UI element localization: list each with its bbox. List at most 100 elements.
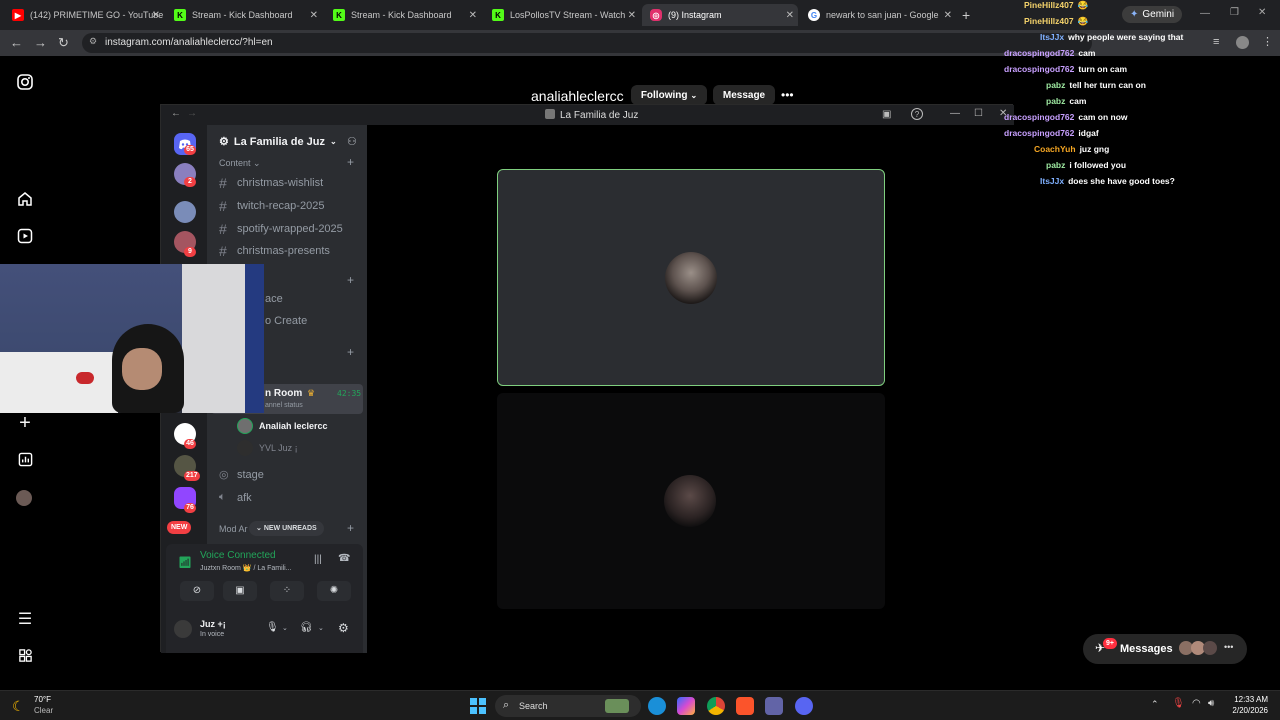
chat-username[interactable]: CoachYuh xyxy=(1034,144,1076,154)
add-channel-icon[interactable]: + xyxy=(347,345,354,359)
brave-icon[interactable] xyxy=(736,697,754,715)
more-menu-icon[interactable]: ☰ xyxy=(16,611,34,629)
minimize-icon[interactable]: — xyxy=(950,108,960,119)
tab-kick-dashboard-1[interactable]: K Stream - Kick Dashboard ✕ xyxy=(166,4,322,26)
new-tab-button[interactable]: + xyxy=(962,7,970,23)
chevron-up-icon[interactable]: ⌃ xyxy=(1151,699,1159,710)
voice-room-path[interactable]: Juztxn Room 👑 / La Famili... xyxy=(200,564,292,572)
weather-temp[interactable]: 70°F xyxy=(34,695,51,704)
disconnect-icon[interactable]: ☎ xyxy=(338,553,350,564)
create-plus-icon[interactable]: + xyxy=(16,413,34,433)
chrome-icon[interactable] xyxy=(707,697,725,715)
participant-tile[interactable] xyxy=(497,393,885,609)
close-icon[interactable]: ✕ xyxy=(944,10,952,21)
voice-member-juz[interactable]: YVL Juz ¡ xyxy=(237,440,298,456)
reload-icon[interactable]: ↻ xyxy=(58,35,69,51)
edge-icon[interactable] xyxy=(648,697,666,715)
tab-kick-dashboard-2[interactable]: K Stream - Kick Dashboard ✕ xyxy=(325,4,481,26)
add-member-icon[interactable]: ⚇ xyxy=(347,135,357,148)
taskbar-search[interactable]: ⌕ Search xyxy=(495,695,641,717)
channel-partial[interactable]: ace xyxy=(265,293,283,305)
channel-christmas-wishlist[interactable]: # christmas-wishlist xyxy=(219,175,323,191)
screen-share-button[interactable]: ▣ xyxy=(223,581,257,601)
clock-time[interactable]: 12:33 AM xyxy=(1234,695,1268,704)
weather-moon-icon[interactable]: ☾ xyxy=(12,698,25,715)
chat-username[interactable]: ItsJJx xyxy=(1040,176,1064,186)
tab-lospollos[interactable]: K LosPollosTV Stream - Watch Li ✕ xyxy=(484,4,640,26)
close-icon[interactable]: ✕ xyxy=(152,10,160,21)
close-icon[interactable]: ✕ xyxy=(628,10,636,21)
avatar[interactable] xyxy=(174,620,192,638)
microphone-icon[interactable]: 🎙︎ xyxy=(1172,698,1185,709)
microphone-icon[interactable]: 🎙︎ xyxy=(266,622,279,633)
tab-instagram[interactable]: ◎ (9) Instagram ✕ xyxy=(642,4,798,26)
teams-icon[interactable] xyxy=(765,697,783,715)
clock-date[interactable]: 2/20/2026 xyxy=(1229,706,1268,715)
activities-button[interactable]: ⁘ xyxy=(270,581,304,601)
channel-status[interactable]: annel status xyxy=(265,402,303,409)
channel-afk[interactable]: 🔈︎ afk xyxy=(219,491,252,504)
volume-icon[interactable]: 🔊︎ xyxy=(1208,698,1214,709)
server-icon[interactable] xyxy=(174,201,196,223)
channel-christmas-presents[interactable]: # christmas-presents xyxy=(219,243,330,259)
chat-username[interactable]: dracospingod762 xyxy=(1004,112,1074,122)
chat-username[interactable]: dracospingod762 xyxy=(1004,48,1074,58)
url-field[interactable]: ⚙ instagram.com/analiahleclercc/?hl=en xyxy=(82,33,1092,53)
close-icon[interactable]: ✕ xyxy=(469,10,477,21)
wifi-icon[interactable]: ◠ xyxy=(1192,698,1201,709)
noise-suppression-icon[interactable]: ||| xyxy=(314,554,322,565)
channel-twitch-recap[interactable]: # twitch-recap-2025 xyxy=(219,198,324,214)
messages-pill[interactable]: ✈ 9+ Messages ••• xyxy=(1083,634,1247,664)
more-options-icon[interactable]: ••• xyxy=(781,88,794,102)
tab-youtube[interactable]: ▶ (142) PRIMETIME GO - YouTube ✕ xyxy=(4,4,164,26)
help-icon[interactable]: ? xyxy=(911,108,923,120)
following-button[interactable]: Following ⌄ xyxy=(631,85,707,105)
profile-avatar[interactable] xyxy=(16,490,32,506)
back-arrow-icon[interactable]: ← xyxy=(171,108,181,119)
channel-stage[interactable]: ◎ stage xyxy=(219,468,264,482)
category-content[interactable]: Content ⌄ xyxy=(219,158,261,169)
chat-username[interactable]: ItsJJx xyxy=(1040,32,1064,42)
tab-google-search[interactable]: G newark to san juan - Google Se ✕ xyxy=(800,4,956,26)
add-channel-icon[interactable]: + xyxy=(347,155,354,169)
soundboard-button[interactable]: ✺ xyxy=(317,581,351,601)
close-icon[interactable]: ✕ xyxy=(786,10,794,21)
home-icon[interactable] xyxy=(16,191,34,209)
weather-condition[interactable]: Clear xyxy=(34,706,53,715)
chat-username[interactable]: pabz xyxy=(1046,80,1065,90)
discord-taskbar-icon[interactable] xyxy=(795,697,813,715)
reels-icon[interactable] xyxy=(16,228,34,246)
instagram-logo-icon[interactable] xyxy=(16,74,34,92)
channel-partial[interactable]: o Create xyxy=(265,315,307,327)
inbox-icon[interactable]: ▣ xyxy=(882,109,891,120)
add-channel-icon[interactable]: + xyxy=(347,273,354,287)
back-arrow-icon[interactable]: ← xyxy=(10,35,23,50)
more-options-icon[interactable]: ••• xyxy=(1224,642,1233,652)
forward-arrow-icon[interactable]: → xyxy=(34,35,47,50)
voice-member-analiah[interactable]: Analiah leclercc xyxy=(237,418,328,434)
category-mod[interactable]: Mod Ar xyxy=(219,524,248,534)
forward-arrow-icon[interactable]: → xyxy=(187,108,197,119)
dashboard-icon[interactable] xyxy=(16,452,34,470)
site-info-icon[interactable]: ⚙ xyxy=(89,36,97,47)
chevron-down-icon[interactable]: ⌄ xyxy=(318,624,324,632)
channel-spotify-wrapped[interactable]: # spotify-wrapped-2025 xyxy=(219,221,343,237)
close-icon[interactable]: ✕ xyxy=(310,10,318,21)
chat-username[interactable]: pabz xyxy=(1046,96,1065,106)
chat-username[interactable]: dracospingod762 xyxy=(1004,64,1074,74)
new-unreads-pill[interactable]: ⌄ NEW UNREADS xyxy=(249,521,324,536)
chevron-down-icon[interactable]: ⌄ xyxy=(282,624,288,632)
voice-connected-label[interactable]: Voice Connected xyxy=(200,550,276,561)
headphones-icon[interactable]: 🎧︎ xyxy=(300,622,313,633)
camera-off-button[interactable]: ⊘ xyxy=(180,581,214,601)
message-button[interactable]: Message xyxy=(713,85,775,105)
copilot-icon[interactable] xyxy=(677,697,695,715)
maximize-icon[interactable]: ☐ xyxy=(974,108,983,119)
also-from-meta-icon[interactable] xyxy=(16,648,34,666)
participant-tile-speaking[interactable] xyxy=(497,169,885,386)
settings-gear-icon[interactable]: ⚙ xyxy=(338,621,349,635)
add-channel-icon[interactable]: + xyxy=(347,521,354,535)
chat-username[interactable]: pabz xyxy=(1046,160,1065,170)
server-header[interactable]: ⚙ La Familia de Juz ⌄ xyxy=(219,135,337,149)
chat-username[interactable]: dracospingod762 xyxy=(1004,128,1074,138)
